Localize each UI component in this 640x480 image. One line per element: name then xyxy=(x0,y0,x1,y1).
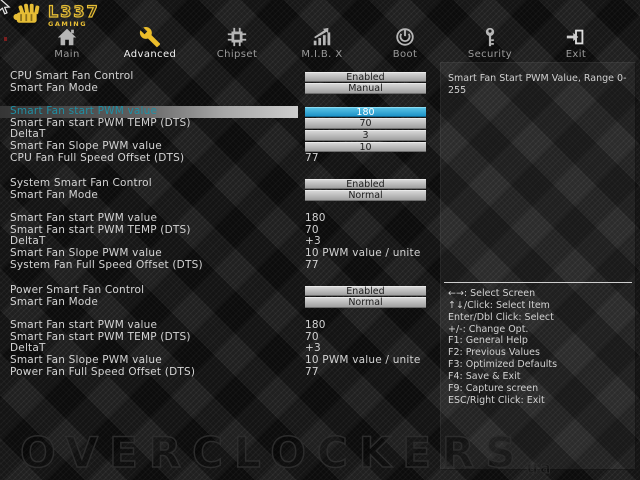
setting-value-text: 77 xyxy=(305,258,319,271)
setting-label: Power Smart Fan Control xyxy=(10,284,145,296)
tab-label: Boot xyxy=(392,49,418,60)
setting-value-box[interactable]: Enabled xyxy=(305,178,426,190)
setting-row[interactable]: Power Fan Full Speed Offset (DTS) 77 xyxy=(0,365,434,379)
setting-label: Smart Fan start PWM value xyxy=(10,105,158,118)
hotkey-line: Enter/Dbl Click: Select xyxy=(448,311,554,323)
wrench-icon xyxy=(105,24,195,48)
logo-title: L337 xyxy=(47,2,100,21)
exit-icon xyxy=(531,24,621,48)
tab-boot[interactable]: Boot xyxy=(360,24,450,60)
setting-label: System Smart Fan Control xyxy=(10,177,152,189)
setting-value-box[interactable]: Normal xyxy=(305,190,426,201)
setting-value-text: 77 xyxy=(305,365,319,378)
setting-row[interactable]: Power Smart Fan Control Enabled xyxy=(0,284,434,297)
hotkey-line: F9: Capture screen xyxy=(448,382,539,394)
setting-row[interactable]: System Fan Full Speed Offset (DTS) 77 xyxy=(0,258,434,272)
setting-value-box[interactable]: Enabled xyxy=(305,285,426,297)
hotkey-line: ESC/Right Click: Exit xyxy=(448,394,545,406)
setting-value-box[interactable]: Manual xyxy=(305,83,426,94)
setting-label: Power Fan Full Speed Offset (DTS) xyxy=(10,365,196,378)
hotkey-line: F2: Previous Values xyxy=(448,347,540,359)
hotkey-line: ↑↓/Click: Select Item xyxy=(448,299,550,311)
setting-value-box[interactable]: 180 xyxy=(305,106,426,118)
setting-label: Smart Fan start PWM value xyxy=(10,212,158,225)
chip-icon xyxy=(192,24,282,48)
tab-label: Chipset xyxy=(216,49,258,60)
setting-value-text: 180 xyxy=(305,212,326,225)
chart-icon xyxy=(277,24,367,48)
setting-label: Smart Fan Mode xyxy=(10,188,99,201)
setting-label: System Fan Full Speed Offset (DTS) xyxy=(10,258,203,271)
setting-row[interactable]: Smart Fan Mode Manual xyxy=(0,81,434,95)
hotkey-line: F3: Optimized Defaults xyxy=(448,359,558,371)
mouse-cursor-icon xyxy=(0,0,13,19)
setting-label: CPU Fan Full Speed Offset (DTS) xyxy=(10,151,185,164)
help-description: Smart Fan Start PWM Value, Range 0-255 xyxy=(448,73,627,96)
tab-label: Advanced xyxy=(123,49,177,60)
setting-row[interactable]: CPU Smart Fan Control Enabled xyxy=(0,70,434,83)
setting-value-box[interactable]: Enabled xyxy=(305,71,426,83)
setting-value-text: 180 xyxy=(305,319,326,332)
setting-row[interactable]: Smart Fan Mode Normal xyxy=(0,295,434,309)
capture-artifact xyxy=(4,37,7,41)
setting-value-text: 10 PWM value / unite xyxy=(305,247,421,260)
setting-value-text: 77 xyxy=(305,151,319,164)
section-power: Power Smart Fan Control Enabled Smart Fa… xyxy=(0,284,434,379)
tab-security[interactable]: Security xyxy=(445,24,535,60)
setting-label: Smart Fan Mode xyxy=(10,81,99,94)
tab-m-i-b-x[interactable]: M.I.B. X xyxy=(277,24,367,60)
setting-value-text: 10 PWM value / unite xyxy=(305,354,421,367)
setting-row[interactable]: Smart Fan start PWM value 180 xyxy=(0,212,434,225)
help-separator xyxy=(444,282,632,283)
setting-row[interactable]: Smart Fan start PWM TEMP (DTS) 70 xyxy=(0,117,434,130)
hotkey-line: F1: General Help xyxy=(448,335,528,347)
setting-row[interactable]: Smart Fan start PWM value 180 xyxy=(0,105,434,118)
tab-chipset[interactable]: Chipset xyxy=(192,24,282,60)
setting-value-box[interactable]: 10 xyxy=(305,141,426,153)
setting-row[interactable]: System Smart Fan Control Enabled xyxy=(0,177,434,190)
hotkey-line: F4: Save & Exit xyxy=(448,370,521,382)
setting-value-box[interactable]: 70 xyxy=(305,118,426,130)
tab-label: M.I.B. X xyxy=(301,49,343,60)
setting-value-box[interactable]: 3 xyxy=(305,129,426,141)
setting-value-box[interactable]: Normal xyxy=(305,297,426,308)
hotkey-line: +/-: Change Opt. xyxy=(448,323,529,335)
help-panel: Smart Fan Start PWM Value, Range 0-255 ←… xyxy=(440,62,636,470)
section-cpu: CPU Smart Fan Control Enabled Smart Fan … xyxy=(0,70,434,165)
tab-advanced[interactable]: Advanced xyxy=(105,24,195,60)
nav-tabs: Main Advanced Chipset M.I.B. X Boot Secu… xyxy=(0,24,640,64)
key-icon xyxy=(445,24,535,48)
setting-row[interactable]: Smart Fan start PWM value 180 xyxy=(0,319,434,332)
setting-label: CPU Smart Fan Control xyxy=(10,70,134,82)
setting-label: Smart Fan start PWM value xyxy=(10,319,158,332)
tab-label: Security xyxy=(467,49,513,60)
home-icon xyxy=(22,24,112,48)
bios-screen: { "logo": { "title": "L337", "subtitle":… xyxy=(0,0,640,480)
setting-row[interactable]: Smart Fan start PWM TEMP (DTS) 70 xyxy=(0,331,434,344)
setting-row[interactable]: Smart Fan Mode Normal xyxy=(0,188,434,202)
hotkey-list: ←→: Select Screen ↑↓/Click: Select Item En… xyxy=(448,288,632,406)
hotkey-line: ←→: Select Screen xyxy=(448,288,536,299)
tab-exit[interactable]: Exit xyxy=(531,24,621,60)
setting-row[interactable]: Smart Fan start PWM TEMP (DTS) 70 xyxy=(0,224,434,237)
setting-label: Smart Fan Mode xyxy=(10,295,99,308)
tab-label: Exit xyxy=(565,49,587,60)
setting-row[interactable]: CPU Fan Full Speed Offset (DTS) 77 xyxy=(0,151,434,165)
tab-label: Main xyxy=(54,49,80,60)
tab-main[interactable]: Main xyxy=(22,24,112,60)
section-system: System Smart Fan Control Enabled Smart F… xyxy=(0,177,434,272)
boot-icon xyxy=(360,24,450,48)
